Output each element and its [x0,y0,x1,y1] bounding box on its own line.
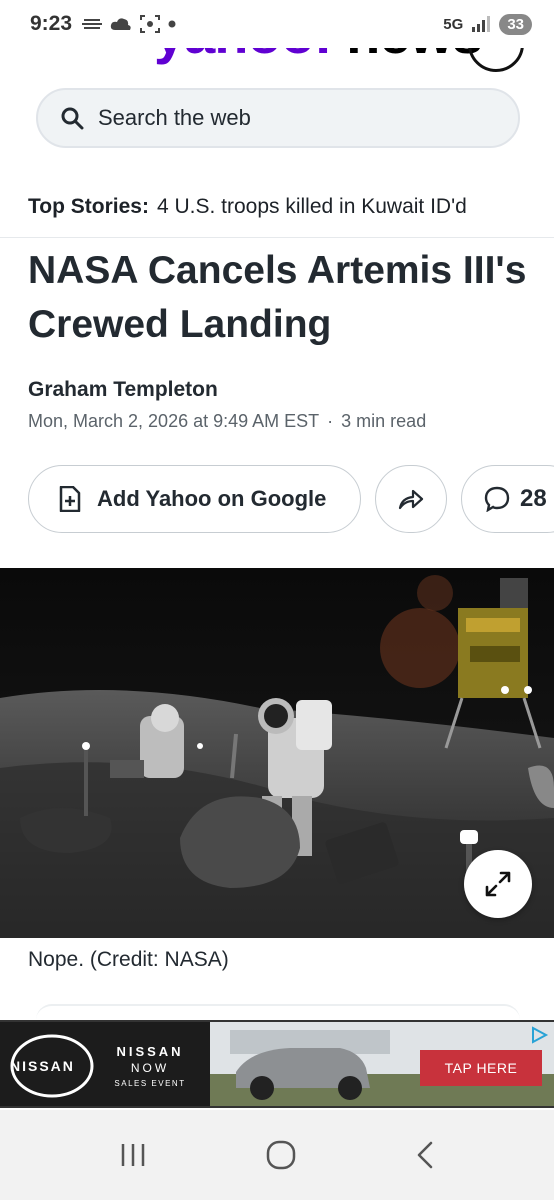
search-icon [61,107,84,130]
share-icon [398,489,424,510]
ad-line1: NISSAN [116,1044,184,1059]
read-time: 3 min read [341,411,427,431]
ad-line2: NOW [130,1061,170,1075]
back-icon[interactable] [415,1140,435,1170]
ad-nissan-logo: NISSAN [10,1058,75,1074]
screenshot-icon [140,15,161,33]
status-bar: 9:23 5G 33 [0,0,554,48]
ticker-fade [484,176,554,237]
article-meta: Mon, March 2, 2026 at 9:49 AM EST · 3 mi… [28,411,426,432]
dot-icon [168,20,176,28]
status-time: 9:23 [30,12,73,35]
article-date: Mon, March 2, 2026 at 9:49 AM EST [28,411,320,431]
top-stories-text[interactable]: 4 U.S. troops killed in Kuwait ID'd [157,195,467,219]
add-yahoo-label: Add Yahoo on Google [97,486,327,511]
top-stories-label: Top Stories: [28,194,149,218]
meta-separator: · [327,411,334,431]
add-document-icon [59,486,81,512]
comments-button[interactable]: 28 [461,465,554,533]
home-icon[interactable] [266,1140,296,1170]
article-author[interactable]: Graham Templeton [28,378,218,402]
recent-apps-icon[interactable] [119,1142,147,1168]
article-headline: NASA Cancels Artemis III's Crewed Landin… [28,249,527,346]
ad-line3: SALES EVENT [114,1079,186,1088]
share-button[interactable] [375,465,447,533]
comment-count: 28 [520,485,547,512]
image-caption: Nope. (Credit: NASA) [28,948,229,971]
adchoices-icon[interactable] [528,1024,550,1046]
search-input[interactable]: Search the web [36,88,520,148]
network-type: 5G [443,15,464,33]
signal-icon [472,16,491,32]
ad-banner[interactable]: NISSAN NISSAN NOW SALES EVENT TAP HERE [0,1020,554,1108]
search-placeholder: Search the web [98,105,251,130]
ad-tap-here-button[interactable]: TAP HERE [420,1050,542,1086]
comment-icon [484,486,510,512]
add-yahoo-on-google-button[interactable]: Add Yahoo on Google [28,465,361,533]
expand-image-button[interactable] [464,850,532,918]
weather-icon [82,19,103,29]
cloud-icon [110,18,131,30]
system-nav-bar [0,1110,554,1200]
expand-icon [485,871,511,897]
ad-sales-event: NISSAN NOW SALES EVENT [100,1044,200,1088]
top-stories-ticker[interactable]: Top Stories: 4 U.S. troops killed in Kuw… [0,176,554,238]
battery-badge: 33 [499,13,532,35]
